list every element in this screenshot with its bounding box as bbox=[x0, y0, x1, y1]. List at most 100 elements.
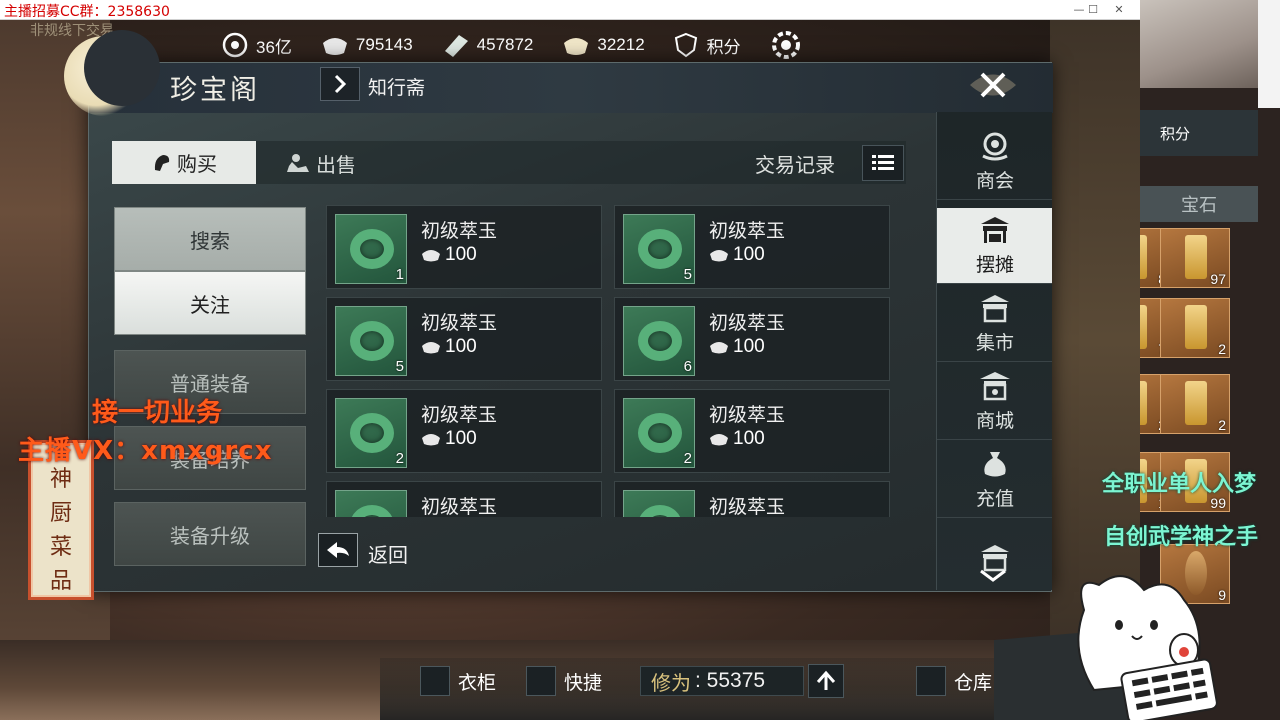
listing-card[interactable]: 初级萃玉 bbox=[614, 481, 890, 517]
right-nav: 商会 摆摊 集市 商城 充值 bbox=[936, 112, 1052, 590]
side-score-label: 积分 bbox=[1160, 124, 1191, 143]
nav-stall[interactable]: 摆摊 bbox=[937, 208, 1052, 284]
inventory-slot[interactable]: 97 bbox=[1160, 228, 1230, 288]
banner-char: 品 bbox=[49, 569, 72, 594]
wardrobe-button[interactable]: 衣柜 bbox=[420, 666, 496, 696]
close-icon[interactable] bbox=[960, 62, 1026, 108]
cultivation-up-button[interactable] bbox=[808, 664, 844, 698]
storage-label: 仓库 bbox=[954, 671, 993, 694]
back-label[interactable]: 返回 bbox=[368, 539, 408, 568]
gear-icon bbox=[526, 666, 556, 696]
currency-coins: 36亿 bbox=[220, 31, 292, 59]
currency-jade-value: 457872 bbox=[476, 35, 534, 54]
window-title: 主播招募CC群：2358630 bbox=[4, 4, 170, 20]
item-name: 初级萃玉 bbox=[421, 496, 498, 517]
jade-item-icon: 2 bbox=[335, 398, 407, 468]
banner-char: 菜 bbox=[49, 535, 72, 560]
arrow-up-icon bbox=[816, 670, 836, 690]
stall-icon bbox=[981, 217, 1009, 243]
item-price: 100 bbox=[421, 244, 477, 266]
trade-records-label[interactable]: 交易记录 bbox=[755, 149, 835, 178]
item-price-value: 100 bbox=[733, 428, 765, 449]
currency-coins-value: 36亿 bbox=[256, 37, 292, 57]
item-price: 100 bbox=[421, 336, 477, 358]
listing-card[interactable]: 5 初级萃玉 100 bbox=[326, 297, 602, 381]
chevron-right-icon bbox=[334, 74, 347, 94]
inventory-slot[interactable]: 2 bbox=[1160, 374, 1230, 434]
market-icon bbox=[981, 295, 1009, 323]
silver-ingot-icon bbox=[710, 342, 728, 354]
money-bag-icon bbox=[984, 452, 1006, 477]
inventory-slot[interactable]: 2 bbox=[1160, 298, 1230, 358]
window-titlebar: 主播招募CC群：2358630 — ☐ ✕ bbox=[0, 0, 1140, 20]
score-label: 积分 bbox=[706, 37, 741, 58]
listing-card[interactable]: 初级萃玉 bbox=[326, 481, 602, 517]
listing-card[interactable]: 6 初级萃玉 100 bbox=[614, 297, 890, 381]
gear-icon[interactable] bbox=[769, 28, 803, 62]
item-price-value: 100 bbox=[445, 428, 477, 449]
slot-count: 2 bbox=[1218, 341, 1226, 357]
listing-card[interactable]: 1 初级萃玉 100 bbox=[326, 205, 602, 289]
breadcrumb-arrow-button[interactable] bbox=[320, 67, 360, 101]
listing-card[interactable]: 2 初级萃玉 100 bbox=[326, 389, 602, 473]
mall-icon bbox=[980, 372, 1010, 401]
cultivation-label: 修为 bbox=[651, 670, 691, 695]
tab-buy[interactable]: 购买 bbox=[112, 141, 256, 184]
tab-sell-label: 出售 bbox=[316, 153, 356, 177]
jade-item-icon: 5 bbox=[335, 306, 407, 376]
nav-market[interactable]: 集市 bbox=[937, 286, 1052, 362]
buy-icon bbox=[154, 154, 170, 171]
moon-shadow bbox=[84, 30, 160, 106]
item-quantity: 5 bbox=[683, 266, 692, 283]
nav-label: 充值 bbox=[975, 488, 1014, 510]
item-name: 初级萃玉 bbox=[421, 312, 498, 334]
nav-recharge[interactable]: 充值 bbox=[937, 442, 1052, 518]
sell-icon bbox=[287, 153, 309, 172]
score-button[interactable]: 积分 bbox=[673, 32, 741, 58]
storage-button[interactable]: 仓库 bbox=[916, 666, 992, 696]
currency-jade: 457872 bbox=[441, 31, 534, 59]
category-label: 装备升级 bbox=[170, 523, 250, 548]
silver-ingot-icon bbox=[422, 250, 440, 262]
jade-item-icon: 1 bbox=[335, 214, 407, 284]
currency-silver: 795143 bbox=[320, 31, 413, 59]
silver-ingot-icon bbox=[322, 38, 347, 55]
category-equipment-upgrade[interactable]: 装备升级 bbox=[114, 502, 306, 566]
silver-ingot-icon bbox=[710, 434, 728, 446]
nav-guild[interactable]: 商会 bbox=[937, 124, 1052, 200]
jade-item-icon bbox=[335, 490, 407, 517]
back-button[interactable] bbox=[318, 533, 358, 567]
item-price-value: 100 bbox=[445, 336, 477, 357]
item-quantity: 5 bbox=[395, 358, 404, 375]
item-name: 初级萃玉 bbox=[709, 220, 786, 242]
category-search[interactable]: 搜索 bbox=[114, 207, 306, 271]
stream-overlay-business: 接一切业务 bbox=[92, 398, 223, 428]
trade-records-button[interactable] bbox=[862, 145, 904, 181]
cultivation-value: : 55375 bbox=[695, 669, 766, 692]
shirt-icon bbox=[420, 666, 450, 696]
item-name: 初级萃玉 bbox=[421, 220, 498, 242]
item-price-value: 100 bbox=[733, 336, 765, 357]
category-follow[interactable]: 关注 bbox=[114, 271, 306, 335]
listing-card[interactable]: 5 初级萃玉 100 bbox=[614, 205, 890, 289]
side-score[interactable]: 积分 bbox=[1140, 110, 1258, 156]
shortcut-button[interactable]: 快捷 bbox=[526, 666, 602, 696]
currency-silver-value: 795143 bbox=[355, 35, 413, 54]
nav-mall[interactable]: 商城 bbox=[937, 364, 1052, 440]
silver-ingot-icon bbox=[422, 434, 440, 446]
scenery-right bbox=[1050, 20, 1140, 660]
slot-count: 2 bbox=[1218, 417, 1226, 433]
gem-tab[interactable]: 宝石 bbox=[1140, 186, 1258, 222]
window-close-button[interactable]: ✕ bbox=[1106, 2, 1132, 18]
listing-card[interactable]: 2 初级萃玉 100 bbox=[614, 389, 890, 473]
category-label: 关注 bbox=[190, 292, 230, 317]
list-icon bbox=[872, 155, 894, 170]
nav-label: 摆摊 bbox=[975, 254, 1014, 276]
slot-count: 97 bbox=[1210, 271, 1226, 287]
silver-ingot-icon bbox=[710, 250, 728, 262]
back-arrow-icon bbox=[327, 542, 349, 558]
item-quantity: 2 bbox=[683, 450, 692, 467]
item-price-value: 100 bbox=[445, 244, 477, 265]
maximize-button[interactable]: ☐ bbox=[1080, 2, 1106, 18]
breadcrumb-link[interactable]: 知行斋 bbox=[368, 73, 425, 100]
